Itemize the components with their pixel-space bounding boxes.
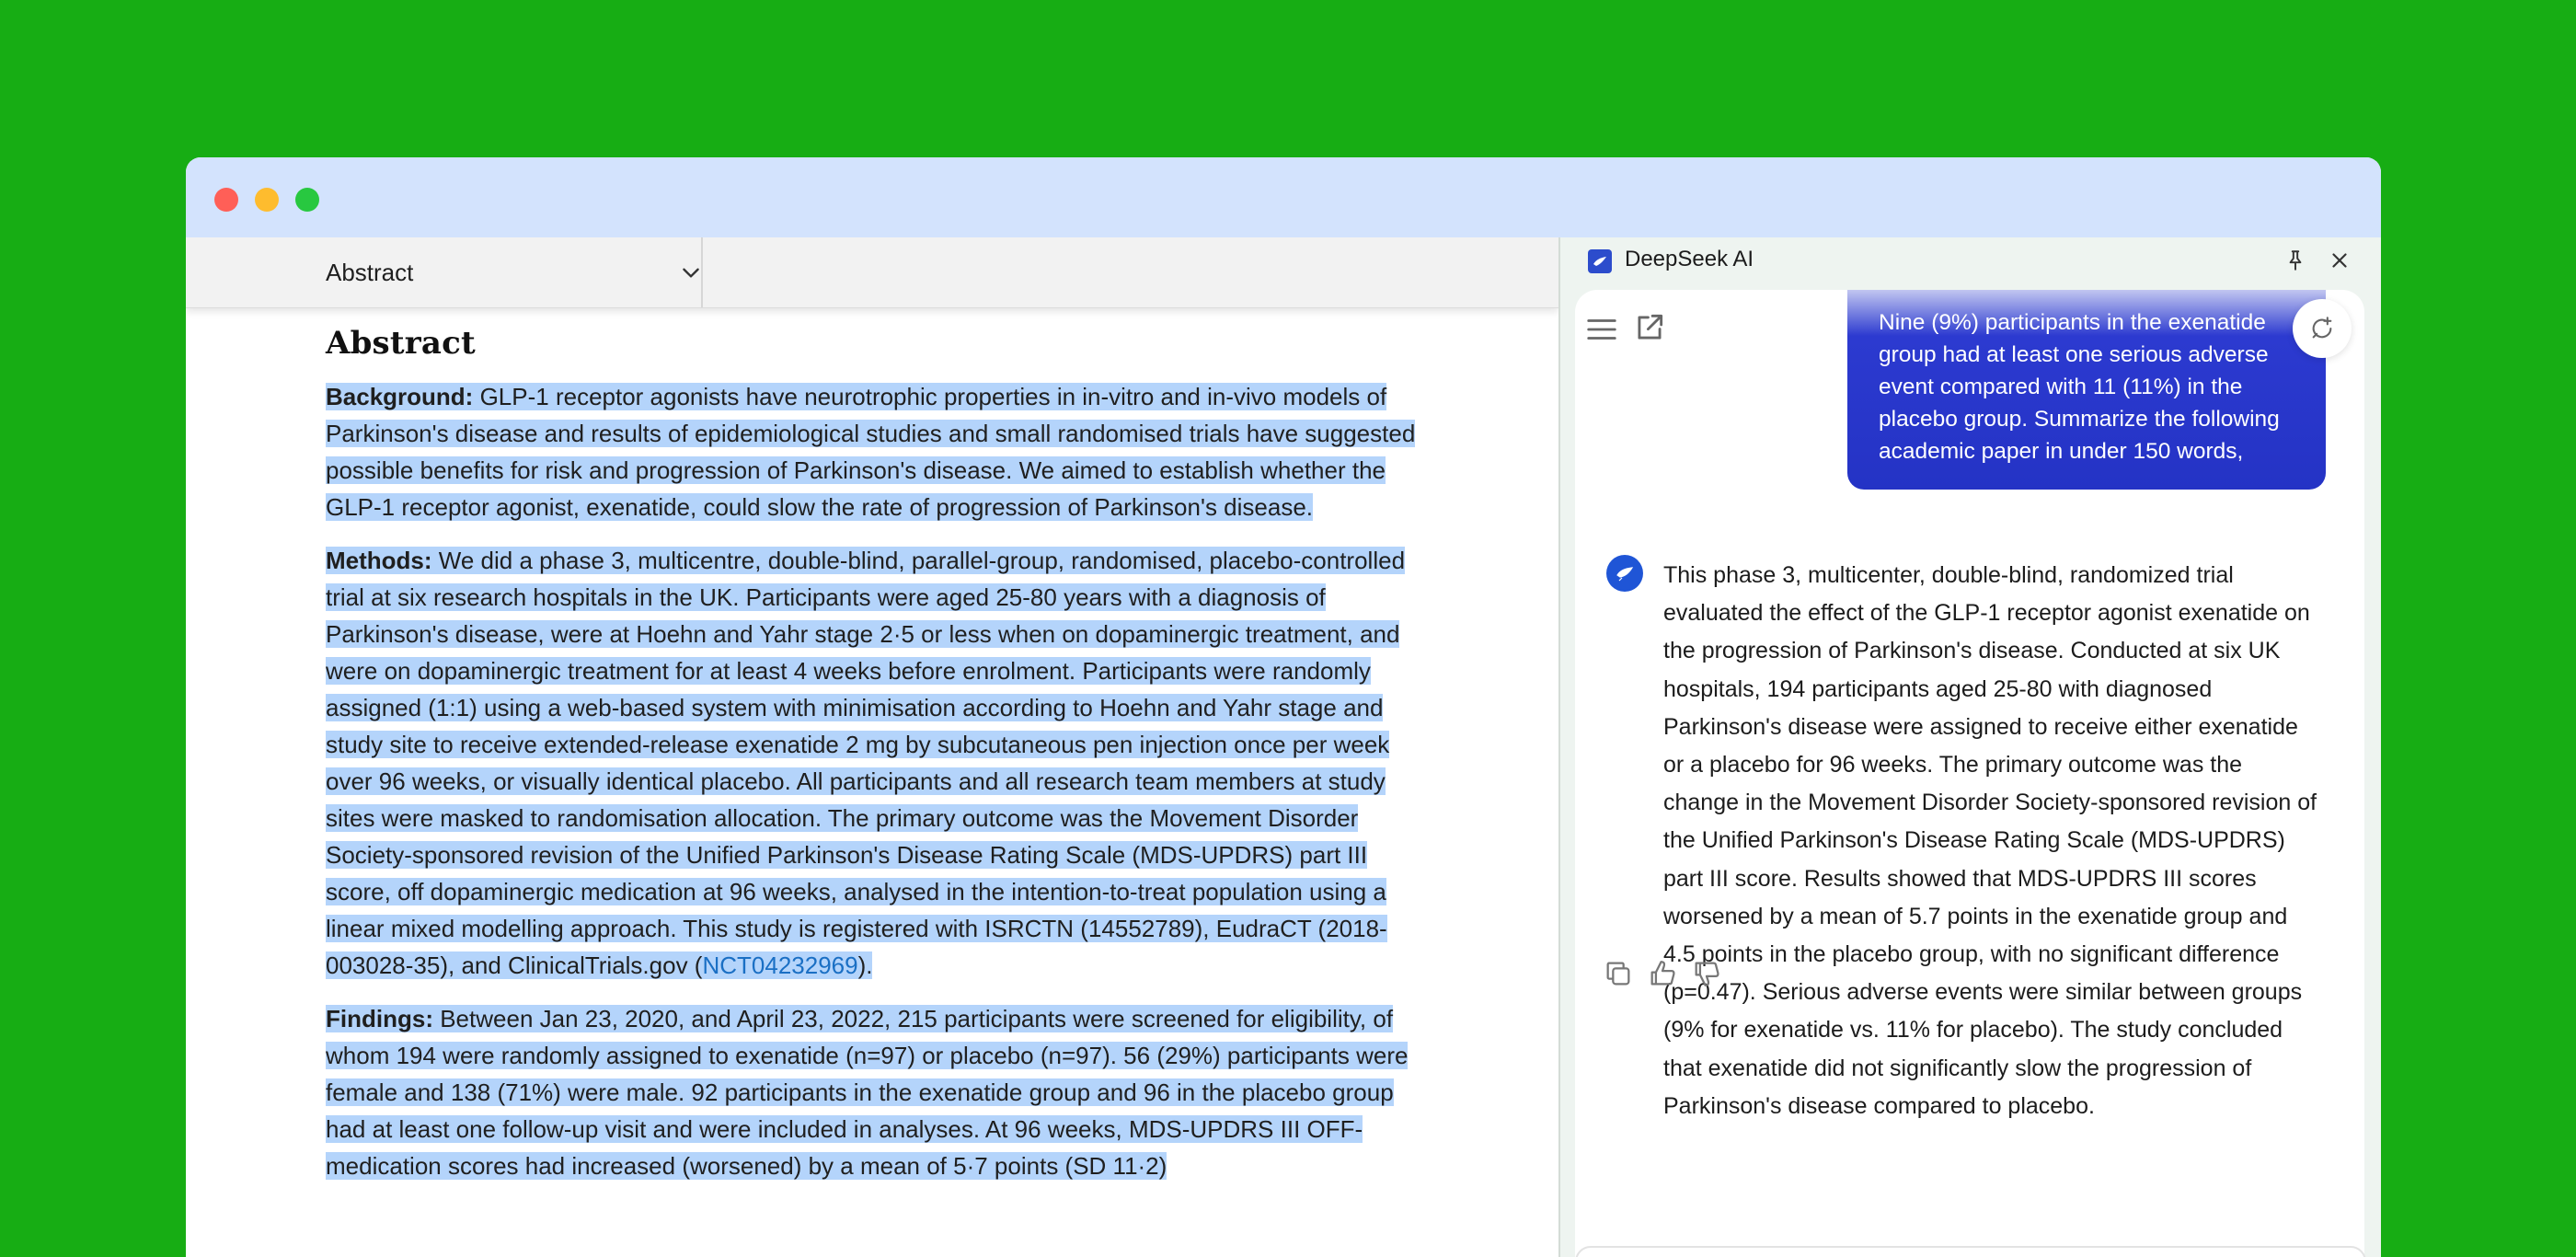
- document-panel: Abstract Abstract Background: GLP-1 rece…: [186, 237, 1558, 1257]
- copy-icon: [1606, 962, 1630, 986]
- ai-avatar: [1606, 555, 1643, 592]
- methods-label: Methods:: [326, 547, 432, 574]
- panel-header: DeepSeek AI: [1560, 237, 2381, 283]
- thumbs-down-icon: [1695, 962, 1719, 986]
- copy-button[interactable]: [1603, 958, 1634, 989]
- thumbs-up-button[interactable]: [1647, 958, 1678, 989]
- thumbs-up-icon: [1650, 961, 1675, 986]
- findings-label: Findings:: [326, 1005, 433, 1032]
- user-message-text: Nine (9%) participants in the exenatide …: [1879, 310, 2280, 464]
- trial-registry-link[interactable]: NCT04232969: [702, 951, 857, 979]
- menu-icon[interactable]: [1584, 312, 1619, 347]
- new-chat-icon: [2312, 317, 2332, 339]
- background-paragraph: Background: GLP-1 receptor agonists have…: [326, 378, 1428, 525]
- background-text: GLP-1 receptor agonists have neurotrophi…: [326, 383, 1416, 521]
- response-actions: [1603, 958, 1722, 995]
- pin-icon[interactable]: [2283, 248, 2307, 272]
- panel-title: DeepSeek AI: [1625, 247, 1754, 271]
- close-window-button[interactable]: [214, 188, 238, 212]
- deepseek-logo-icon: [1588, 249, 1612, 273]
- title-bar: [186, 157, 2381, 237]
- deepseek-avatar-icon: [1616, 567, 1634, 582]
- methods-text: We did a phase 3, multicentre, double-bl…: [326, 547, 1406, 979]
- new-chat-button[interactable]: [2293, 299, 2352, 358]
- section-dropdown-label: Abstract: [326, 258, 414, 286]
- findings-text: Between Jan 23, 2020, and April 23, 2022…: [326, 1005, 1409, 1180]
- methods-paragraph: Methods: We did a phase 3, multicentre, …: [326, 542, 1428, 984]
- document-content: Abstract Background: GLP-1 receptor agon…: [326, 325, 1558, 1201]
- open-external-icon[interactable]: [1632, 310, 1667, 345]
- section-heading: Abstract: [326, 325, 476, 362]
- chat-input[interactable]: [1575, 1246, 2366, 1257]
- chat-card: Nine (9%) participants in the exenatide …: [1575, 290, 2364, 1257]
- user-message-bubble: Nine (9%) participants in the exenatide …: [1847, 290, 2326, 490]
- ai-side-panel: DeepSeek AI Nine (9%) participants in th…: [1558, 237, 2381, 1257]
- document-toolbar: Abstract: [186, 237, 1558, 308]
- toolbar-divider: [701, 237, 703, 307]
- methods-tail: ).: [857, 951, 873, 979]
- thumbs-down-button[interactable]: [1691, 958, 1722, 989]
- findings-paragraph: Findings: Between Jan 23, 2020, and Apri…: [326, 1000, 1428, 1184]
- close-icon[interactable]: [2328, 248, 2352, 272]
- background-label: Background:: [326, 383, 474, 410]
- minimize-window-button[interactable]: [255, 188, 279, 212]
- ai-response-text: This phase 3, multicenter, double-blind,…: [1663, 562, 2317, 1119]
- browser-window: Abstract Abstract Background: GLP-1 rece…: [186, 157, 2381, 1257]
- zoom-window-button[interactable]: [295, 188, 319, 212]
- section-dropdown[interactable]: Abstract: [326, 237, 703, 307]
- chevron-down-icon: [683, 268, 699, 278]
